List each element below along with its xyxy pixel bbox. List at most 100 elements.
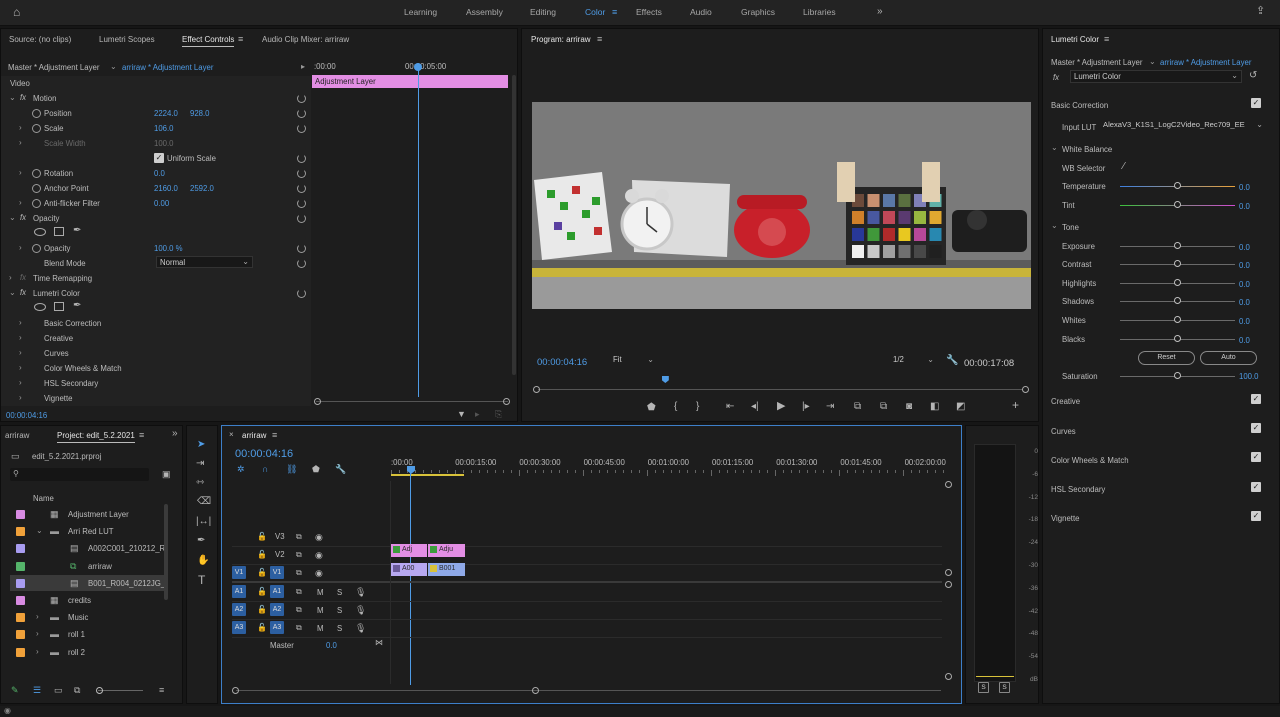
close-icon[interactable]: ×: [229, 430, 234, 440]
lumetri-basic-correction[interactable]: Basic Correction: [44, 319, 101, 328]
sync-lock-icon[interactable]: ⧉: [296, 587, 302, 597]
label-color-swatch[interactable]: [16, 544, 25, 554]
lumetri-hsl-secondary[interactable]: HSL Secondary: [44, 379, 98, 388]
chevron-down-icon[interactable]: ⌄: [1149, 57, 1156, 66]
lock-icon[interactable]: 🔓: [257, 568, 267, 578]
reset-button[interactable]: Reset: [1138, 351, 1195, 365]
shadows-slider-knob[interactable]: [1174, 297, 1181, 305]
zoom-slider[interactable]: [98, 690, 143, 691]
sequence-clip-label[interactable]: arriraw * Adjustment Layer: [1160, 58, 1251, 67]
collapse-icon[interactable]: ⌄: [1051, 221, 1058, 230]
program-playhead[interactable]: [661, 376, 669, 383]
white-balance-label[interactable]: White Balance: [1062, 145, 1112, 154]
reset-icon[interactable]: [297, 259, 306, 268]
reset-icon[interactable]: [297, 184, 306, 193]
rotation-value[interactable]: 0.0: [154, 169, 165, 178]
add-marker-icon[interactable]: ⬟: [647, 403, 656, 413]
selection-tool-icon[interactable]: ➤: [197, 440, 205, 450]
lock-icon[interactable]: 🔓: [257, 605, 267, 615]
new-search-bin-icon[interactable]: ▣: [162, 469, 171, 479]
razor-tool-icon[interactable]: ⌫: [197, 497, 211, 507]
tint-value[interactable]: 0.0: [1239, 202, 1250, 211]
lock-icon[interactable]: 🔓: [257, 623, 267, 633]
workspace-audio[interactable]: Audio: [690, 7, 712, 17]
track-target-v1[interactable]: V1: [270, 566, 284, 579]
fit-select[interactable]: Fit ⌄: [613, 355, 656, 367]
linked-selection-icon[interactable]: ⛓: [286, 464, 297, 474]
contrast-value[interactable]: 0.0: [1239, 261, 1250, 270]
add-button-icon[interactable]: +: [1012, 399, 1019, 411]
label-color-swatch[interactable]: [16, 647, 25, 657]
expand-icon[interactable]: ›: [19, 378, 22, 387]
reset-effect-icon[interactable]: ↺: [1249, 71, 1257, 81]
hsl-secondary-section[interactable]: HSL Secondary: [1051, 485, 1105, 494]
share-icon[interactable]: ⇪: [1256, 6, 1265, 17]
resolution-select[interactable]: 1/2 ⌄: [893, 355, 936, 367]
track-select-tool-icon[interactable]: ⇥: [196, 459, 204, 469]
reset-icon[interactable]: [297, 109, 306, 118]
audio-scroll-handle[interactable]: [945, 581, 952, 588]
video-scroll-handle[interactable]: [945, 481, 952, 488]
reset-icon[interactable]: [297, 289, 306, 298]
track-target-a3[interactable]: A3: [270, 621, 284, 634]
go-to-out-icon[interactable]: ⇥: [826, 402, 834, 412]
timeline-zoom-handle-left[interactable]: [232, 687, 239, 694]
curves-checkbox[interactable]: ✓: [1251, 423, 1261, 433]
eye-icon[interactable]: ◉: [315, 550, 323, 560]
mute-button[interactable]: M: [317, 624, 324, 633]
timeline-timecode[interactable]: 00:00:04:16: [235, 448, 293, 460]
play-only-icon[interactable]: ▸: [301, 62, 305, 71]
tint-slider-knob[interactable]: [1174, 200, 1181, 208]
reset-icon[interactable]: [297, 244, 306, 253]
effect-select[interactable]: Lumetri Color ⌄: [1070, 70, 1242, 83]
timeline-settings-icon[interactable]: 🔧: [335, 464, 346, 474]
panel-menu-icon[interactable]: ≡: [1104, 34, 1109, 44]
clip-v1-a002[interactable]: A00: [391, 563, 427, 576]
project-search-input[interactable]: ⚲: [10, 468, 149, 481]
zoom-handle-right[interactable]: [503, 398, 510, 405]
more-tabs-icon[interactable]: »: [172, 429, 178, 439]
tab-project[interactable]: Project: edit_5.2.2021: [57, 431, 135, 443]
workspace-learning[interactable]: Learning: [404, 7, 437, 17]
timeline-zoom-bar[interactable]: [236, 690, 941, 691]
workspace-graphics[interactable]: Graphics: [741, 7, 775, 17]
creative-checkbox[interactable]: ✓: [1251, 394, 1261, 404]
snap-icon[interactable]: ∩: [262, 464, 268, 474]
lumetri-vignette[interactable]: Vignette: [44, 394, 72, 403]
export-icon[interactable]: ⎘: [495, 409, 502, 419]
pencil-icon[interactable]: ✎: [11, 685, 19, 695]
extract-icon[interactable]: ⧉: [880, 402, 887, 412]
project-scrollbar[interactable]: [164, 504, 168, 600]
tab-effect-controls[interactable]: Effect Controls: [182, 35, 235, 47]
tab-source[interactable]: Source: (no clips): [9, 35, 71, 44]
solo-left-button[interactable]: S: [978, 682, 989, 693]
timeline-playhead[interactable]: [410, 472, 411, 685]
blend-mode-select[interactable]: Normal ⌄: [156, 256, 253, 268]
label-color-swatch[interactable]: [16, 613, 25, 623]
program-scrub-end[interactable]: [1022, 386, 1029, 393]
project-item-arri-red-lut[interactable]: ⌄ ▬ Arri Red LUT: [10, 523, 165, 539]
panel-menu-icon[interactable]: ≡: [272, 430, 277, 440]
collapse-icon[interactable]: ⌄: [9, 213, 16, 222]
lumetri-color-wheels[interactable]: Color Wheels & Match: [44, 364, 122, 373]
collapse-icon[interactable]: ⌄: [9, 288, 16, 297]
track-target-v2[interactable]: V2: [275, 550, 285, 559]
vignette-section[interactable]: Vignette: [1051, 514, 1079, 523]
sync-lock-icon[interactable]: ⧉: [296, 605, 302, 615]
microphone-icon[interactable]: 🎙: [355, 623, 366, 633]
expand-icon[interactable]: ›: [19, 243, 22, 252]
lock-icon[interactable]: 🔓: [257, 550, 267, 560]
timeline-zoom-handle-right[interactable]: [532, 687, 539, 694]
expand-icon[interactable]: ›: [36, 647, 39, 656]
auto-button[interactable]: Auto: [1200, 351, 1257, 365]
project-item-music[interactable]: › ▬ Music: [10, 609, 165, 625]
work-area-bar[interactable]: [391, 474, 464, 476]
step-back-icon[interactable]: ◂|: [751, 402, 759, 412]
color-wheels-section[interactable]: Color Wheels & Match: [1051, 456, 1129, 465]
basic-correction-title[interactable]: Basic Correction: [1051, 101, 1108, 110]
expand-icon[interactable]: ›: [19, 363, 22, 372]
collapse-icon[interactable]: ⌄: [1051, 143, 1058, 152]
expand-icon[interactable]: ›: [19, 123, 22, 132]
sort-icon[interactable]: ≡: [159, 685, 164, 695]
temperature-value[interactable]: 0.0: [1239, 183, 1250, 192]
